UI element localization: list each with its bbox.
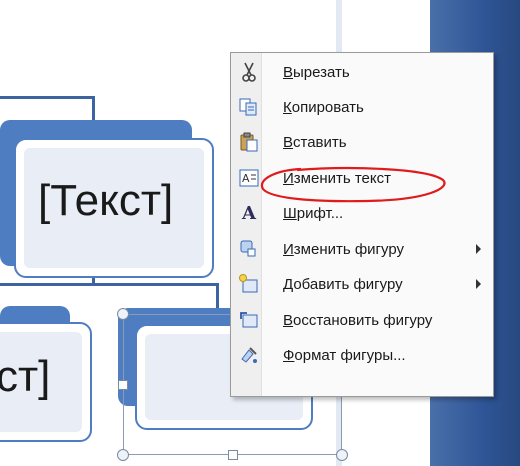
menu-item-add-shape[interactable]: Добавить фигуру bbox=[233, 267, 491, 301]
svg-text:A: A bbox=[242, 172, 250, 185]
resize-handle-left[interactable] bbox=[118, 380, 128, 390]
edit-text-icon: A bbox=[237, 166, 261, 190]
resize-handle-bottom-right[interactable] bbox=[336, 449, 348, 461]
menu-item-font-label: Шрифт... bbox=[283, 204, 344, 222]
resize-handle-bottom-left[interactable] bbox=[117, 449, 129, 461]
reset-shape-icon bbox=[237, 308, 261, 332]
context-menu: Вырезать Копировать Вставить A Изменить … bbox=[230, 52, 494, 397]
menu-item-edit-text[interactable]: A Изменить текст bbox=[233, 161, 491, 195]
menu-item-cut-label: Вырезать bbox=[283, 63, 350, 81]
top-shape[interactable]: [Текст] bbox=[14, 138, 214, 278]
menu-item-reset-shape[interactable]: Восстановить фигуру bbox=[233, 303, 491, 337]
connector-line bbox=[92, 96, 95, 120]
font-icon: A bbox=[242, 202, 256, 224]
connector-line bbox=[0, 96, 94, 99]
menu-item-edit-text-label: Изменить текст bbox=[283, 169, 391, 187]
resize-handle-bottom[interactable] bbox=[228, 450, 238, 460]
change-shape-icon bbox=[237, 237, 261, 261]
menu-item-paste[interactable]: Вставить bbox=[233, 125, 491, 159]
menu-item-cut[interactable]: Вырезать bbox=[233, 55, 491, 89]
format-shape-icon bbox=[237, 343, 261, 367]
menu-item-copy[interactable]: Копировать bbox=[233, 90, 491, 124]
paste-icon bbox=[237, 130, 261, 154]
bottom-left-shape-text: ст] bbox=[0, 352, 51, 401]
bottom-left-shape[interactable]: ст] bbox=[0, 322, 92, 442]
menu-item-reset-shape-label: Восстановить фигуру bbox=[283, 311, 433, 329]
menu-item-paste-label: Вставить bbox=[283, 133, 347, 151]
menu-item-format-shape-label: Формат фигуры... bbox=[283, 346, 406, 364]
menu-item-copy-label: Копировать bbox=[283, 98, 364, 116]
copy-icon bbox=[237, 95, 261, 119]
menu-item-format-shape[interactable]: Формат фигуры... bbox=[233, 338, 491, 372]
menu-item-font[interactable]: A Шрифт... bbox=[233, 196, 491, 230]
submenu-arrow-icon bbox=[476, 279, 481, 289]
resize-handle-top-left[interactable] bbox=[117, 308, 129, 320]
add-shape-icon bbox=[237, 272, 261, 296]
menu-item-change-shape[interactable]: Изменить фигуру bbox=[233, 232, 491, 266]
connector-line bbox=[0, 283, 218, 286]
top-shape-text: [Текст] bbox=[38, 176, 174, 225]
scissors-icon bbox=[237, 60, 261, 84]
submenu-arrow-icon bbox=[476, 244, 481, 254]
menu-item-add-shape-label: Добавить фигуру bbox=[283, 275, 403, 293]
menu-item-change-shape-label: Изменить фигуру bbox=[283, 240, 405, 258]
